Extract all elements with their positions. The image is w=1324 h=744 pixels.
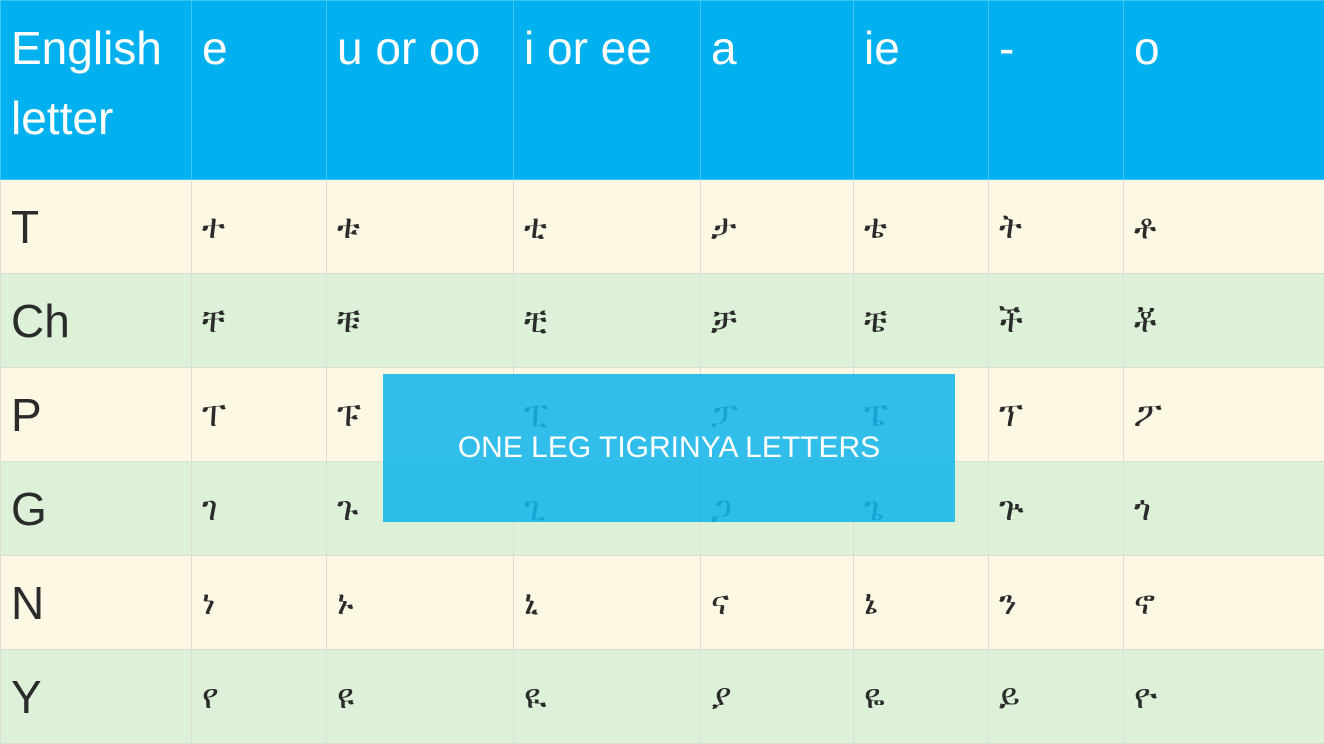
- letter-cell: ይ: [989, 650, 1124, 744]
- english-letter-cell: Y: [1, 650, 192, 744]
- letter-cell: ቶ: [1124, 180, 1324, 274]
- letter-cell: ና: [701, 556, 854, 650]
- letter-cell: ዬ: [854, 650, 989, 744]
- header-row: English letter e u or oo i or ee a ie - …: [1, 1, 1324, 180]
- letter-cell: ያ: [701, 650, 854, 744]
- letter-cell: ፐ: [192, 368, 327, 462]
- letter-cell: ቱ: [327, 180, 514, 274]
- header-vowel-a: a: [701, 1, 854, 180]
- english-letter-cell: P: [1, 368, 192, 462]
- letter-cell: ች: [989, 274, 1124, 368]
- english-letter-cell: N: [1, 556, 192, 650]
- banner-text: ONE LEG TIGRINYA LETTERS: [458, 431, 880, 465]
- letter-cell: ኖ: [1124, 556, 1324, 650]
- letter-cell: ቺ: [514, 274, 701, 368]
- header-vowel-ie: ie: [854, 1, 989, 180]
- letter-cell: ገ: [192, 462, 327, 556]
- letter-cell: ቾ: [1124, 274, 1324, 368]
- letter-cell: ቼ: [854, 274, 989, 368]
- letter-cell: ጕ: [989, 462, 1124, 556]
- letter-cell: የ: [192, 650, 327, 744]
- letter-cell: ቴ: [854, 180, 989, 274]
- letter-cell: ዮ: [1124, 650, 1324, 744]
- english-letter-cell: T: [1, 180, 192, 274]
- header-vowel-i: i or ee: [514, 1, 701, 180]
- table-row: Ch ቸ ቹ ቺ ቻ ቼ ች ቾ: [1, 274, 1324, 368]
- header-vowel-o: o: [1124, 1, 1324, 180]
- title-banner: ONE LEG TIGRINYA LETTERS: [383, 374, 955, 522]
- header-english-letter: English letter: [1, 1, 192, 180]
- letter-cell: ዪ: [514, 650, 701, 744]
- letter-cell: ተ: [192, 180, 327, 274]
- english-letter-cell: G: [1, 462, 192, 556]
- letter-cell: ጎ: [1124, 462, 1324, 556]
- header-vowel-none: -: [989, 1, 1124, 180]
- letter-cell: ቲ: [514, 180, 701, 274]
- letter-cell: ኒ: [514, 556, 701, 650]
- letter-cell: ታ: [701, 180, 854, 274]
- letter-cell: ቻ: [701, 274, 854, 368]
- letter-cell: ነ: [192, 556, 327, 650]
- letter-cell: ኑ: [327, 556, 514, 650]
- letter-cell: ቹ: [327, 274, 514, 368]
- header-vowel-u: u or oo: [327, 1, 514, 180]
- letter-cell: ቸ: [192, 274, 327, 368]
- header-vowel-e: e: [192, 1, 327, 180]
- english-letter-cell: Ch: [1, 274, 192, 368]
- letter-cell: ፖ: [1124, 368, 1324, 462]
- letter-cell: ፕ: [989, 368, 1124, 462]
- tigrinya-letter-table: English letter e u or oo i or ee a ie - …: [0, 0, 1324, 744]
- letter-cell: ን: [989, 556, 1124, 650]
- table-row: Y የ ዩ ዪ ያ ዬ ይ ዮ: [1, 650, 1324, 744]
- table-row: T ተ ቱ ቲ ታ ቴ ት ቶ: [1, 180, 1324, 274]
- letter-cell: ኔ: [854, 556, 989, 650]
- letter-cell: ዩ: [327, 650, 514, 744]
- table-row: N ነ ኑ ኒ ና ኔ ን ኖ: [1, 556, 1324, 650]
- letter-cell: ት: [989, 180, 1124, 274]
